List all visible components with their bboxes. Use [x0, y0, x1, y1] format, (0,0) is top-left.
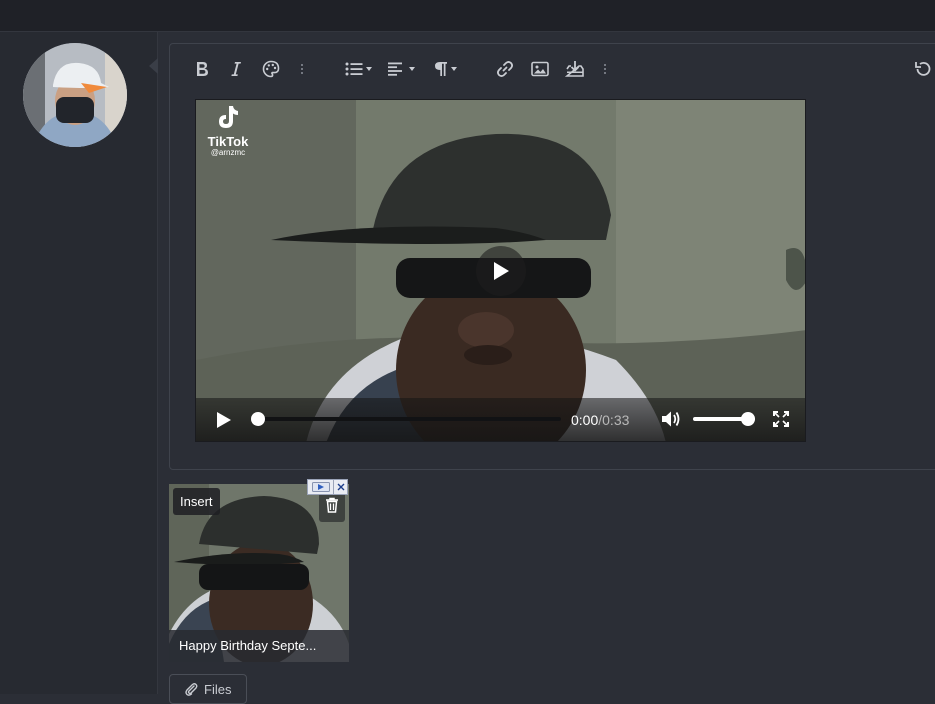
time-display: 0:00 / 0:33	[571, 411, 629, 429]
time-current: 0:00	[571, 412, 599, 428]
insert-button[interactable]: Insert	[173, 488, 220, 515]
avatar[interactable]	[23, 43, 127, 147]
progress-thumb[interactable]	[251, 412, 265, 426]
time-total: 0:33	[602, 412, 630, 428]
more-icon[interactable]	[299, 56, 305, 82]
attachment-thumbnail[interactable]: Insert Happy Birthday Septe...	[169, 484, 349, 662]
insert-icon[interactable]	[563, 56, 587, 82]
video-player[interactable]: TikTok @arnzmc 0:00 / 0:33	[195, 99, 806, 442]
paragraph-icon[interactable]	[430, 56, 460, 82]
bold-icon[interactable]	[192, 56, 212, 82]
more-icon[interactable]	[602, 56, 608, 82]
play-button[interactable]	[216, 411, 232, 429]
progress-track	[251, 417, 561, 421]
volume-thumb[interactable]	[741, 412, 755, 426]
files-label: Files	[204, 681, 232, 697]
top-bar	[0, 0, 935, 32]
align-icon[interactable]	[386, 56, 416, 82]
progress-bar[interactable]	[251, 412, 561, 426]
mute-button[interactable]	[661, 410, 681, 428]
play-icon	[217, 412, 231, 428]
image-icon[interactable]	[529, 56, 551, 82]
italic-icon[interactable]	[226, 56, 246, 82]
big-play-button[interactable]	[476, 246, 526, 296]
volume-slider[interactable]	[693, 412, 755, 426]
video-controls: 0:00 / 0:33	[196, 398, 805, 441]
play-icon	[494, 262, 509, 280]
palette-icon[interactable]	[260, 56, 282, 82]
ad-badge[interactable]	[307, 479, 348, 495]
volume-icon	[662, 411, 680, 427]
tiktok-brand: TikTok	[207, 134, 249, 149]
tiktok-watermark: TikTok @arnzmc	[206, 104, 250, 158]
editor-toolbar	[170, 44, 935, 92]
trash-icon	[326, 497, 338, 513]
attachment-caption: Happy Birthday Septe...	[169, 630, 349, 662]
files-button[interactable]: Files	[169, 674, 247, 704]
list-icon[interactable]	[343, 56, 373, 82]
link-icon[interactable]	[494, 56, 516, 82]
fullscreen-button[interactable]	[773, 411, 789, 427]
ad-close-icon[interactable]	[334, 480, 347, 494]
tiktok-handle: @arnzmc	[210, 148, 246, 157]
post-pointer	[149, 58, 158, 74]
fullscreen-icon	[773, 411, 789, 427]
ad-choices-icon[interactable]	[308, 480, 335, 494]
tiktok-logo-icon	[219, 106, 238, 128]
undo-icon[interactable]	[912, 56, 934, 82]
